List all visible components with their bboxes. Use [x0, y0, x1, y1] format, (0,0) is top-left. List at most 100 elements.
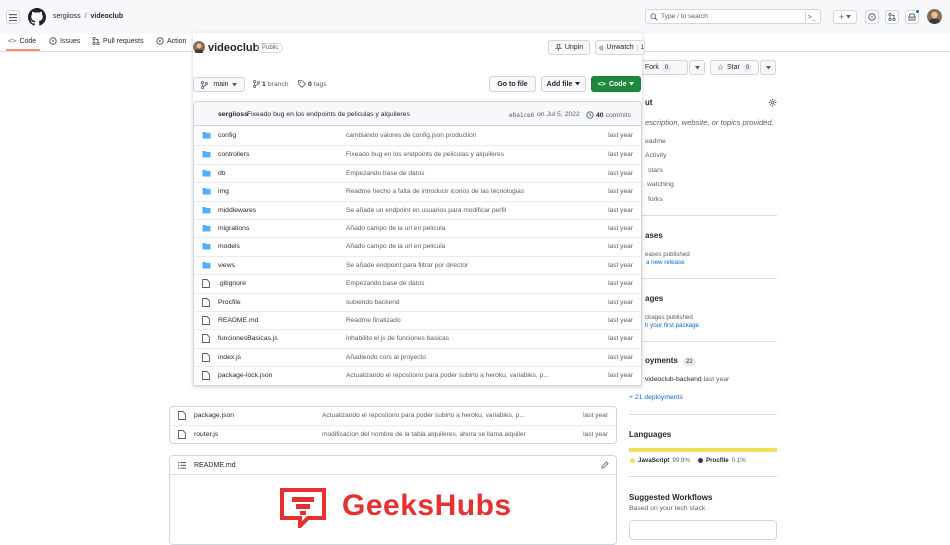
file-name[interactable]: models — [218, 243, 240, 250]
commit-message[interactable]: Readme hecho a falta de introducir icono… — [346, 188, 566, 195]
play-icon — [156, 37, 164, 45]
commit-message[interactable]: Se añade endpoint para filtrar por direc… — [346, 262, 566, 269]
activity-link[interactable]: Activity — [645, 152, 667, 159]
commit-message[interactable]: Actualizando el repositorio para poder s… — [322, 412, 542, 419]
language-item-procfile[interactable]: Procfile 0.1% — [698, 457, 746, 464]
star-button[interactable]: ☆ Star 0 — [710, 60, 759, 75]
file-name[interactable]: config — [218, 132, 236, 139]
commit-message[interactable]: Añadiendo cors al proyecto — [346, 354, 566, 361]
language-item-javascript[interactable]: JavaScript 99.9% — [630, 457, 690, 464]
file-row[interactable]: Procfile subiendo backend last year — [194, 292, 641, 311]
file-row[interactable]: package.json Actualizando el repositorio… — [170, 407, 616, 425]
pencil-icon[interactable] — [601, 461, 609, 469]
repo-link[interactable]: videoclub — [90, 13, 123, 20]
file-row[interactable]: models Añado campo de la url en pelicula l… — [194, 237, 641, 255]
tab-pull-requests[interactable]: Pull requests — [92, 36, 143, 46]
file-name[interactable]: db — [218, 170, 226, 177]
file-row[interactable]: funcionesBasicas.js inhabilito el js de f… — [194, 329, 641, 347]
file-name[interactable]: controllers — [218, 151, 249, 158]
commit-message[interactable]: modificacion del nombre de la tabla alqu… — [322, 431, 552, 438]
watching-link[interactable]: watching — [647, 181, 674, 188]
commit-message[interactable]: inhabilito el js de funciones basicas — [346, 335, 566, 342]
file-row[interactable]: .gitignore Empezando base de datos last ye… — [194, 274, 641, 292]
file-row[interactable]: index.js Añadiendo cors al proyecto last y… — [194, 347, 641, 366]
file-name[interactable]: Procfile — [218, 299, 241, 306]
fork-dropdown-button[interactable] — [689, 60, 705, 75]
create-release-link[interactable]: a new release — [646, 259, 685, 266]
file-row[interactable]: migrations Añado campo de la url en pelic… — [194, 219, 641, 237]
stars-link[interactable]: stars — [648, 167, 663, 174]
commit-author[interactable]: sergiioss — [218, 111, 248, 118]
commit-message[interactable]: Empezando base de datos — [346, 280, 566, 287]
file-name[interactable]: views — [218, 262, 235, 269]
inbox-button[interactable] — [905, 9, 920, 24]
tags-link[interactable]: 0 tags — [298, 80, 327, 88]
file-name[interactable]: middlewares — [218, 207, 256, 214]
commit-message[interactable]: subiendo backend — [346, 299, 566, 306]
tab-code[interactable]: <> Code — [8, 36, 36, 46]
file-name[interactable]: migrations — [218, 225, 249, 232]
packages-heading[interactable]: ages — [645, 294, 663, 303]
file-row[interactable]: middlewares Se añade un endpoint en usuar… — [194, 200, 641, 219]
github-logo-icon[interactable] — [28, 8, 46, 26]
file-row[interactable]: router.js modificacion del nombre de la … — [170, 425, 616, 443]
commit-message[interactable]: Fixeado bug en los endpoints de pelicula… — [247, 111, 410, 118]
commit-message[interactable]: Readme finalizado — [346, 317, 566, 324]
workflow-card[interactable] — [629, 520, 777, 540]
file-row[interactable]: controllers Fixeado bug en los endpoints … — [194, 145, 641, 163]
owner-link[interactable]: sergiioss — [53, 13, 81, 20]
language-dot — [630, 458, 635, 463]
go-to-file-button[interactable]: Go to file — [489, 76, 536, 92]
avatar[interactable] — [927, 9, 942, 24]
file-name[interactable]: .gitignore — [218, 280, 246, 287]
code-button[interactable]: <> Code — [591, 76, 641, 92]
create-new-button[interactable]: + — [833, 10, 857, 24]
file-name[interactable]: index.js — [218, 354, 241, 361]
commit-message[interactable]: Se añade un endpoint en usuarios para mo… — [346, 207, 566, 214]
commit-message[interactable]: Empezando base de datos — [346, 170, 566, 177]
commit-message[interactable]: Añado campo de la url en pelicula — [346, 225, 566, 232]
releases-heading[interactable]: ases — [645, 231, 663, 240]
menu-button[interactable] — [6, 10, 20, 24]
add-file-button[interactable]: Add file — [541, 76, 586, 92]
commit-message[interactable]: Fixeado bug en los endpoints de pelicula… — [346, 151, 566, 158]
file-row[interactable]: config cambiando valores de config.json p… — [194, 127, 641, 145]
file-row[interactable]: views Se añade endpoint para filtrar por … — [194, 255, 641, 274]
readme-title[interactable]: README.md — [194, 462, 236, 469]
gear-icon[interactable] — [768, 98, 777, 107]
repo-title[interactable]: videoclub — [208, 42, 259, 54]
branches-link[interactable]: 1 branch — [253, 80, 289, 88]
forks-link[interactable]: forks — [648, 196, 663, 203]
publish-package-link[interactable]: h your first package — [645, 322, 699, 329]
readme-link[interactable]: eadme — [645, 138, 666, 145]
deployment-item[interactable]: videoclub-backend last year — [645, 376, 729, 383]
commit-message[interactable]: Añado campo de la url en pelicula — [346, 243, 566, 250]
tab-issues[interactable]: Issues — [49, 36, 80, 46]
file-name[interactable]: package-lock.json — [218, 372, 272, 379]
file-name[interactable]: README.md — [218, 317, 258, 324]
command-palette-icon[interactable]: >_ — [805, 11, 818, 22]
pull-requests-button[interactable] — [885, 10, 899, 24]
file-name[interactable]: img — [218, 188, 229, 195]
star-dropdown-button[interactable] — [760, 60, 776, 75]
unpin-button[interactable]: Unpin — [548, 40, 590, 55]
more-deployments-link[interactable]: + 21 deployments — [629, 394, 683, 401]
file-row[interactable]: db Empezando base de datos last year — [194, 163, 641, 182]
issues-button[interactable] — [865, 10, 879, 24]
commits-link[interactable]: 40 commits — [586, 111, 631, 119]
file-row[interactable]: img Readme hecho a falta de introducir ic… — [194, 182, 641, 200]
commit-hash[interactable]: eba1ce6 — [509, 112, 534, 119]
file-row[interactable]: README.md Readme finalizado last year — [194, 311, 641, 329]
branch-select[interactable]: main — [193, 77, 245, 92]
unwatch-button[interactable]: Unwatch 1 — [595, 40, 645, 55]
list-unordered-icon[interactable] — [178, 462, 186, 469]
tab-actions[interactable]: Action — [156, 36, 186, 46]
file-name[interactable]: funcionesBasicas.js — [218, 335, 278, 342]
commit-message[interactable]: cambiando valores de config.json product… — [346, 132, 566, 139]
deployments-heading[interactable]: oyments 22 — [645, 356, 696, 366]
commit-message[interactable]: Actualizando el repositorio para poder s… — [346, 372, 566, 379]
file-row[interactable]: package-lock.json Actualizando el reposit… — [194, 366, 641, 384]
search-input[interactable]: Type / to search >_ — [645, 9, 821, 24]
file-name[interactable]: router.js — [194, 431, 218, 438]
file-name[interactable]: package.json — [194, 412, 234, 419]
